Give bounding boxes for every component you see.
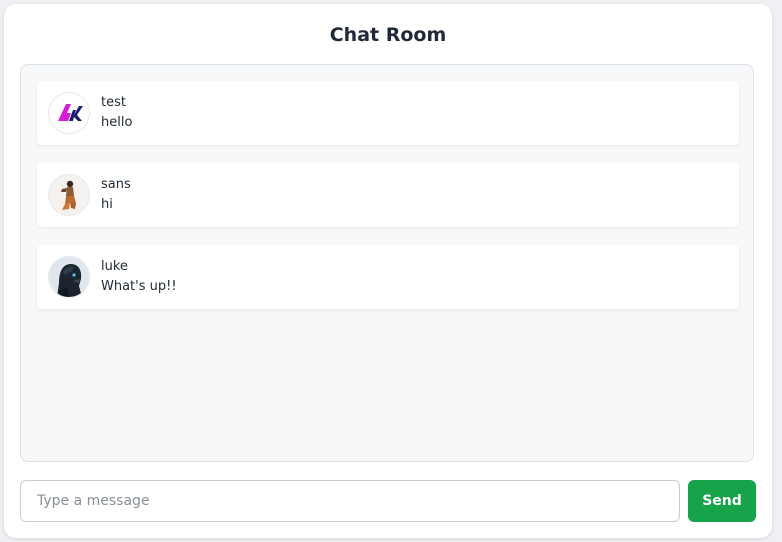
person-photo-avatar <box>49 175 89 215</box>
message-input[interactable] <box>20 480 680 522</box>
robot-head-avatar <box>49 257 89 297</box>
message-item: luke What's up!! <box>37 245 739 309</box>
message-username: luke <box>101 259 128 274</box>
message-text: hello <box>101 115 133 130</box>
message-item: sans hi <box>37 163 739 227</box>
message-text: What's up!! <box>101 279 177 294</box>
ak-logo-avatar <box>49 93 89 133</box>
chat-room-card: Chat Room test hello sans hi luke What's… <box>4 4 772 538</box>
message-list[interactable]: test hello sans hi luke What's up!! <box>20 64 754 462</box>
send-button[interactable]: Send <box>688 480 756 522</box>
page-title: Chat Room <box>329 24 447 46</box>
message-item: test hello <box>37 81 739 145</box>
message-text: hi <box>101 197 113 212</box>
message-username: sans <box>101 177 131 192</box>
message-username: test <box>101 95 126 110</box>
